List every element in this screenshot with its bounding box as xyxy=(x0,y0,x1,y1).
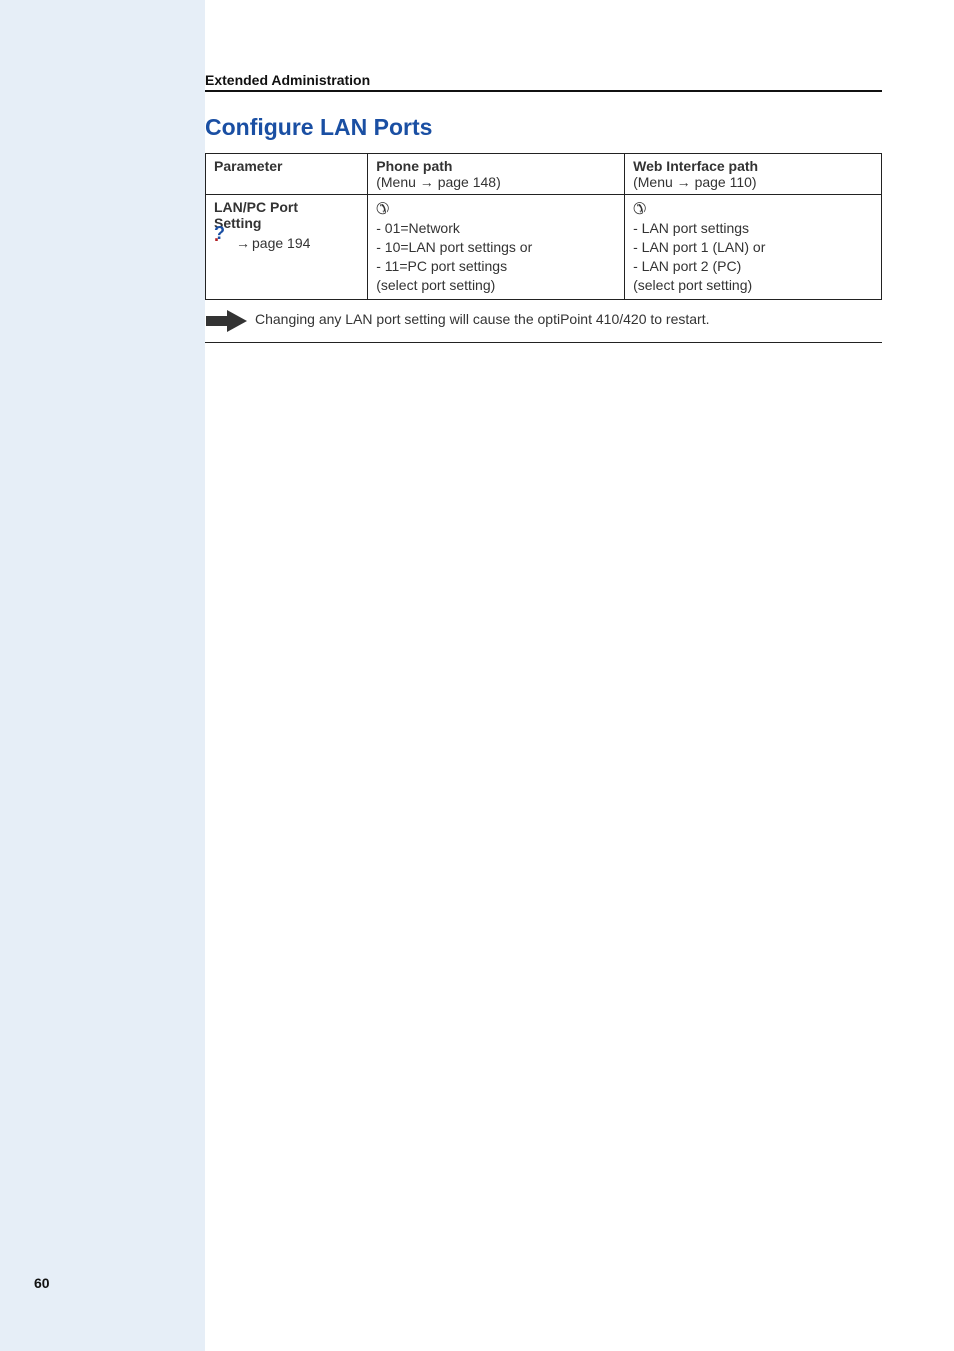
note-block: Changing any LAN port setting will cause… xyxy=(205,310,882,343)
web-line: - LAN port 1 (LAN) or xyxy=(633,238,873,257)
phone-line: - 10=LAN port settings or xyxy=(376,238,616,257)
header-web-path: Web Interface path (Menu → page 110) xyxy=(625,154,882,195)
cell-phone-path: ✆ - 01=Network - 10=LAN port settings or… xyxy=(368,195,625,300)
handset-icon: ✆ xyxy=(633,199,646,219)
section-title: Configure LAN Ports xyxy=(205,114,882,141)
param-name-line1: LAN/PC Port xyxy=(214,199,359,215)
header-parameter: Parameter xyxy=(206,154,368,195)
header-web-path-title: Web Interface path xyxy=(633,158,758,174)
page-number: 60 xyxy=(34,1275,205,1291)
main-content: Extended Administration Configure LAN Po… xyxy=(205,0,954,1351)
header-web-path-sub: (Menu → page 110) xyxy=(633,174,873,190)
running-head: Extended Administration xyxy=(205,72,882,88)
header-phone-path-sub: (Menu → page 148) xyxy=(376,174,616,190)
phone-line: - 11=PC port settings xyxy=(376,257,616,276)
help-page-ref: page 194 xyxy=(252,235,310,251)
note-text: Changing any LAN port setting will cause… xyxy=(255,310,882,329)
left-sidebar: 60 xyxy=(0,0,205,1351)
phone-line: - 01=Network xyxy=(376,219,616,238)
help-reference: ?. → page 194 xyxy=(214,233,359,253)
help-icon: ?. xyxy=(214,233,234,253)
phone-line: (select port setting) xyxy=(376,276,616,295)
web-line: (select port setting) xyxy=(633,276,873,295)
header-phone-path: Phone path (Menu → page 148) xyxy=(368,154,625,195)
web-line: - LAN port settings xyxy=(633,219,873,238)
handset-icon: ✆ xyxy=(376,199,389,219)
cell-web-path: ✆ - LAN port settings - LAN port 1 (LAN)… xyxy=(625,195,882,300)
header-phone-path-title: Phone path xyxy=(376,158,452,174)
web-line: - LAN port 2 (PC) xyxy=(633,257,873,276)
param-name-line2: Setting xyxy=(214,215,359,231)
note-arrow-icon xyxy=(205,310,247,332)
table-header-row: Parameter Phone path (Menu → page 148) W… xyxy=(206,154,882,195)
cell-parameter: LAN/PC Port Setting ?. → page 194 xyxy=(206,195,368,300)
lan-ports-table: Parameter Phone path (Menu → page 148) W… xyxy=(205,153,882,300)
table-row: LAN/PC Port Setting ?. → page 194 ✆ xyxy=(206,195,882,300)
divider-top xyxy=(205,90,882,92)
arrow-icon: → xyxy=(236,235,250,251)
